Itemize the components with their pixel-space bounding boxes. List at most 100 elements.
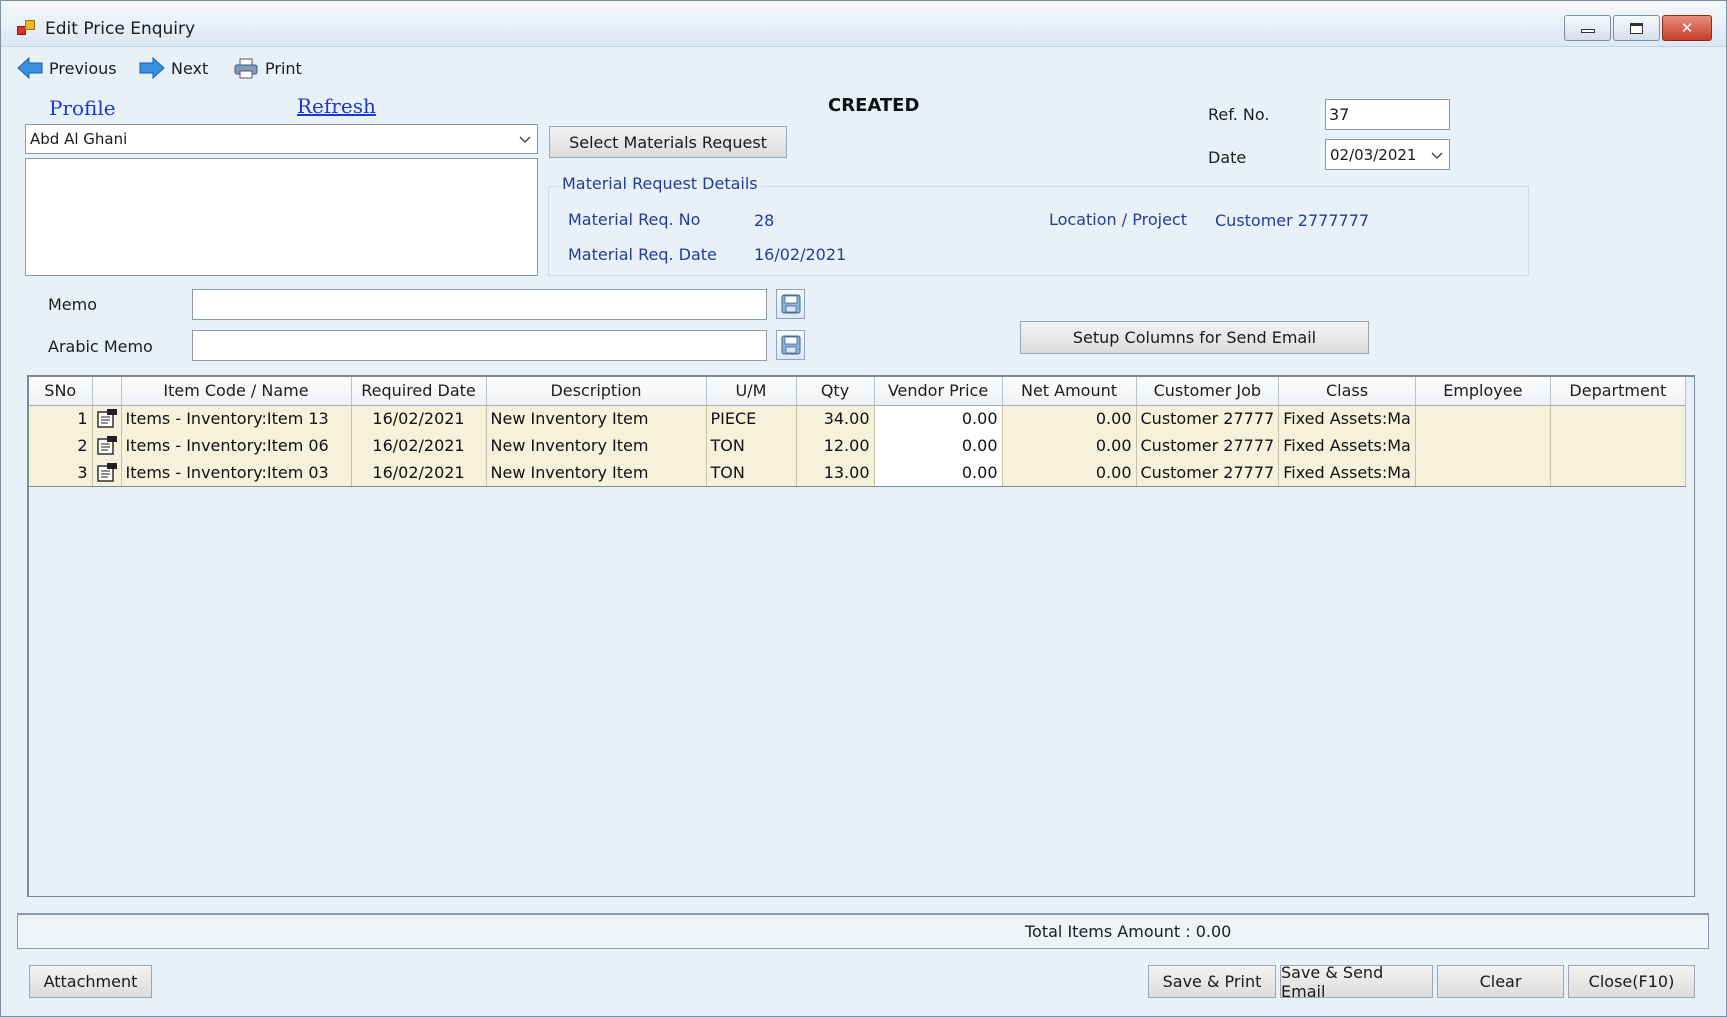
vendor-price-cell[interactable]: 0.00: [874, 459, 1003, 487]
customer-job-cell[interactable]: Customer 27777: [1136, 459, 1280, 487]
maximize-button[interactable]: [1613, 15, 1660, 41]
department-cell[interactable]: [1550, 405, 1686, 432]
clear-button[interactable]: Clear: [1437, 965, 1564, 998]
vendor-select[interactable]: Abd Al Ghani: [25, 124, 538, 154]
refresh-link[interactable]: Refresh: [297, 94, 376, 118]
column-header-vendor-price[interactable]: Vendor Price: [874, 377, 1003, 406]
vendor-address-box[interactable]: [25, 158, 538, 276]
description-cell[interactable]: New Inventory Item: [486, 405, 707, 432]
previous-label: Previous: [49, 58, 117, 78]
edit-price-enquiry-window: Edit Price Enquiry ✕ Previous Next Print…: [0, 0, 1727, 1017]
printer-icon: [233, 57, 259, 79]
item-cell[interactable]: Items - Inventory:Item 03: [121, 459, 352, 487]
table-row[interactable]: 1 Items - Inventory:Item 13 16/02/2021 N…: [29, 405, 1686, 432]
required-date-cell[interactable]: 16/02/2021: [351, 405, 487, 432]
class-cell[interactable]: Fixed Assets:Ma: [1278, 432, 1416, 459]
profile-link[interactable]: Profile: [49, 96, 116, 120]
items-table: SNo Item Code / Name Required Date Descr…: [29, 377, 1686, 487]
arabic-memo-input[interactable]: [192, 330, 767, 361]
close-window-button[interactable]: ✕: [1662, 15, 1712, 41]
memo-input[interactable]: [192, 289, 767, 320]
setup-columns-send-email-button[interactable]: Setup Columns for Send Email: [1020, 321, 1369, 354]
total-bar: [17, 913, 1709, 949]
item-cell[interactable]: Items - Inventory:Item 13: [121, 405, 352, 432]
column-header-description[interactable]: Description: [486, 377, 707, 406]
customer-job-cell[interactable]: Customer 27777: [1136, 432, 1280, 459]
column-header-employee[interactable]: Employee: [1415, 377, 1551, 406]
um-cell[interactable]: PIECE: [706, 405, 797, 432]
material-req-date-label: Material Req. Date: [568, 245, 717, 264]
table-header-row: SNo Item Code / Name Required Date Descr…: [29, 377, 1686, 406]
attachment-button[interactable]: Attachment: [29, 965, 152, 998]
um-cell[interactable]: TON: [706, 459, 797, 487]
column-header-net-amount[interactable]: Net Amount: [1002, 377, 1137, 406]
app-icon: [17, 20, 37, 38]
um-cell[interactable]: TON: [706, 432, 797, 459]
arabic-memo-save-button[interactable]: [776, 330, 805, 360]
date-label: Date: [1208, 148, 1247, 167]
description-cell[interactable]: New Inventory Item: [486, 432, 707, 459]
column-header-um[interactable]: U/M: [706, 377, 797, 406]
close-icon: ✕: [1680, 19, 1694, 37]
sno-cell: 3: [29, 459, 93, 487]
edit-document-icon: [96, 462, 117, 482]
customer-job-cell[interactable]: Customer 27777: [1136, 405, 1280, 432]
material-req-no-label: Material Req. No: [568, 210, 701, 229]
employee-cell[interactable]: [1415, 405, 1551, 432]
column-header-class[interactable]: Class: [1278, 377, 1416, 406]
select-materials-request-button[interactable]: Select Materials Request: [549, 126, 787, 158]
column-header-required-date[interactable]: Required Date: [351, 377, 487, 406]
print-button[interactable]: Print: [233, 55, 302, 81]
department-cell[interactable]: [1550, 432, 1686, 459]
column-header-qty[interactable]: Qty: [796, 377, 875, 406]
memo-save-button[interactable]: [776, 289, 805, 319]
vendor-price-cell[interactable]: 0.00: [874, 405, 1003, 432]
material-req-no-value: 28: [754, 211, 775, 230]
qty-cell[interactable]: 12.00: [796, 432, 875, 459]
net-amount-cell: 0.00: [1002, 459, 1137, 487]
save-disk-icon: [781, 335, 800, 355]
location-project-label: Location / Project: [1049, 210, 1187, 229]
class-cell[interactable]: Fixed Assets:Ma: [1278, 459, 1416, 487]
next-button[interactable]: Next: [139, 55, 208, 81]
table-row[interactable]: 2 Items - Inventory:Item 06 16/02/2021 N…: [29, 432, 1686, 459]
employee-cell[interactable]: [1415, 459, 1551, 487]
required-date-cell[interactable]: 16/02/2021: [351, 459, 487, 487]
chevron-down-icon: [1431, 152, 1443, 159]
qty-cell[interactable]: 13.00: [796, 459, 875, 487]
previous-button[interactable]: Previous: [17, 55, 117, 81]
window-title: Edit Price Enquiry: [45, 19, 196, 39]
row-edit-button[interactable]: [92, 432, 122, 459]
row-edit-button[interactable]: [92, 405, 122, 432]
department-cell[interactable]: [1550, 459, 1686, 487]
column-header-item[interactable]: Item Code / Name: [121, 377, 352, 406]
minimize-button[interactable]: [1564, 15, 1611, 41]
class-cell[interactable]: Fixed Assets:Ma: [1278, 405, 1416, 432]
required-date-cell[interactable]: 16/02/2021: [351, 432, 487, 459]
location-project-value: Customer 2777777: [1215, 211, 1370, 230]
vendor-price-cell[interactable]: 0.00: [874, 432, 1003, 459]
save-send-email-button[interactable]: Save & Send Email: [1280, 963, 1433, 1001]
date-value: 02/03/2021: [1330, 145, 1417, 164]
date-picker[interactable]: 02/03/2021: [1325, 139, 1450, 170]
item-cell[interactable]: Items - Inventory:Item 06: [121, 432, 352, 459]
status-label: CREATED: [828, 95, 920, 116]
column-header-action[interactable]: [92, 377, 122, 406]
row-edit-button[interactable]: [92, 459, 122, 487]
print-label: Print: [265, 58, 302, 78]
column-header-sno[interactable]: SNo: [29, 377, 93, 406]
description-cell[interactable]: New Inventory Item: [486, 459, 707, 487]
close-f10-button[interactable]: Close(F10): [1568, 965, 1695, 998]
arrow-right-icon: [139, 57, 165, 79]
chevron-down-icon: [519, 136, 531, 143]
sno-cell: 2: [29, 432, 93, 459]
ref-no-input[interactable]: 37: [1325, 99, 1450, 130]
qty-cell[interactable]: 34.00: [796, 405, 875, 432]
employee-cell[interactable]: [1415, 432, 1551, 459]
arrow-left-icon: [17, 57, 43, 79]
table-row[interactable]: 3 Items - Inventory:Item 03 16/02/2021 N…: [29, 459, 1686, 487]
material-request-details-title: Material Request Details: [559, 174, 761, 193]
column-header-customer-job[interactable]: Customer Job: [1136, 377, 1280, 406]
column-header-department[interactable]: Department: [1550, 377, 1686, 406]
save-print-button[interactable]: Save & Print: [1148, 965, 1276, 998]
